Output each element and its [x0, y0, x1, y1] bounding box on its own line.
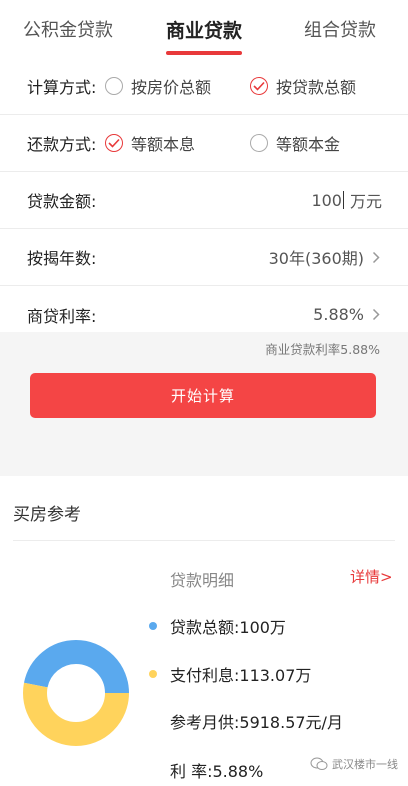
radio-checked-icon: [105, 134, 123, 152]
radio-checked-icon: [250, 77, 268, 95]
tab-label: 公积金贷款: [23, 20, 113, 41]
calc-method-option-loan-total[interactable]: 按贷款总额: [250, 74, 356, 98]
text-cursor: [342, 191, 344, 209]
wechat-icon: [310, 757, 328, 770]
tab-provident-fund-loan[interactable]: 公积金贷款: [0, 0, 136, 58]
legend-interest: 支付利息:113.07万: [149, 662, 311, 686]
calc-area: 商业贷款利率5.88% 开始计算: [0, 332, 408, 474]
active-tab-indicator: [166, 51, 242, 55]
loan-rate-label: 商贷利率:: [27, 306, 97, 326]
legend-dot-principal: [149, 622, 157, 630]
radio-unchecked-icon: [250, 134, 268, 152]
repay-method-option-equal-installment[interactable]: 等额本息: [105, 131, 195, 155]
calc-method-option-house-price[interactable]: 按房价总额: [105, 74, 211, 98]
watermark: 武汉楼市一线: [310, 756, 398, 772]
option-label: 按房价总额: [131, 78, 212, 97]
option-label: 按贷款总额: [276, 78, 357, 97]
loan-rate-value: 5.88%: [313, 305, 364, 324]
detail-link[interactable]: 详情>: [350, 566, 393, 587]
tab-label: 商业贷款: [165, 19, 242, 42]
loan-amount-unit: 万元: [349, 192, 382, 211]
loan-form: 计算方式: 按房价总额 按贷款总额 还款方式: 等额本息 等额本金 贷款金额:: [0, 58, 408, 343]
loan-amount-row: 贷款金额: 100 万元: [0, 172, 408, 229]
chevron-right-icon: [372, 308, 380, 321]
option-label: 等额本息: [131, 135, 196, 154]
repay-method-option-equal-principal[interactable]: 等额本金: [250, 131, 340, 155]
interest-rate: 利 率:5.88%: [170, 762, 264, 781]
loan-detail-title: 贷款明细: [170, 571, 235, 590]
loan-amount-label: 贷款金额:: [27, 192, 97, 211]
radio-unchecked-icon: [105, 77, 123, 95]
loan-amount-input[interactable]: 100: [311, 191, 342, 210]
reference-section: 买房参考 贷款明细 详情> 贷款总额:100万 支付利息:113.07万 参考月…: [0, 476, 408, 786]
loan-years-label: 按揭年数:: [27, 249, 97, 268]
rate-note: 商业贷款利率5.88%: [265, 342, 380, 357]
loan-type-tabs: 公积金贷款 商业贷款 组合贷款: [0, 0, 408, 58]
calc-method-row: 计算方式: 按房价总额 按贷款总额: [0, 58, 408, 115]
repay-method-label: 还款方式:: [27, 135, 97, 154]
loan-breakdown-donut: [23, 640, 129, 746]
legend-principal: 贷款总额:100万: [149, 614, 286, 638]
monthly-payment: 参考月供:5918.57元/月: [170, 713, 343, 732]
loan-years-row[interactable]: 按揭年数: 30年(360期): [0, 229, 408, 286]
tab-commercial-loan[interactable]: 商业贷款: [136, 0, 272, 58]
tab-label: 组合贷款: [304, 20, 376, 41]
legend-label: 支付利息:113.07万: [170, 666, 312, 685]
watermark-text: 武汉楼市一线: [332, 758, 398, 771]
legend-dot-interest: [149, 670, 157, 678]
legend-label: 贷款总额:100万: [170, 618, 286, 637]
option-label: 等额本金: [276, 135, 341, 154]
calc-method-label: 计算方式:: [27, 78, 97, 97]
chevron-right-icon: [372, 251, 380, 263]
tab-combined-loan[interactable]: 组合贷款: [272, 0, 408, 58]
loan-years-value: 30年(360期): [268, 249, 364, 268]
repay-method-row: 还款方式: 等额本息 等额本金: [0, 115, 408, 172]
divider: [13, 540, 395, 541]
reference-title: 买房参考: [13, 505, 81, 525]
start-calculate-button[interactable]: 开始计算: [30, 373, 376, 418]
